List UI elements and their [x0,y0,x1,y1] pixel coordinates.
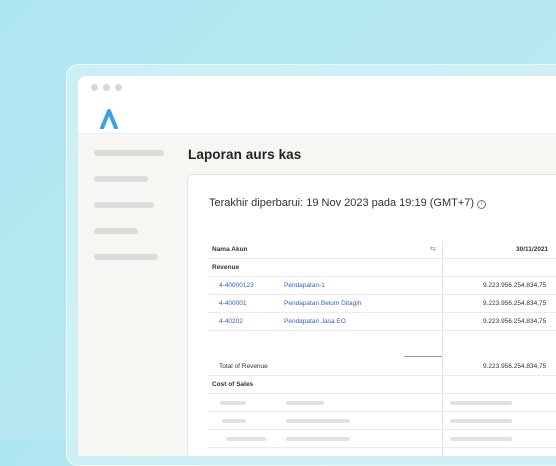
subtotal-underline [404,356,442,357]
report-table: Nama Akun ⇆ 30/11/2021 Revenue 4-4000012… [208,241,556,456]
placeholder-bar [222,419,246,423]
placeholder-bar [220,401,246,405]
page-title: Laporan aurs kas [188,147,302,162]
table-row: 4-400001 Pendapatan Belum Ditagih 9.223.… [208,295,556,313]
sidebar-item-placeholder[interactable] [94,202,154,208]
placeholder-row [208,412,556,430]
main-content: Laporan aurs kas Terakhir diperbarui: 19… [176,134,556,456]
sidebar-item-placeholder[interactable] [94,176,148,182]
row-value: 9.223.956.254.834,75 [483,318,547,325]
account-code-link[interactable]: 4-40202 [219,318,243,325]
section-row-revenue: Revenue [208,259,556,277]
placeholder-bar [286,401,324,405]
section-label: Cost of Sales [212,381,254,388]
minimize-dot[interactable] [103,84,110,91]
row-value: 9.223.956.254.834,75 [483,300,547,307]
placeholder-bar [286,437,350,441]
table-row: 4-40202 Pendapatan Jasa EO 9.223.956.254… [208,313,556,331]
report-card: Terakhir diperbarui: 19 Nov 2023 pada 19… [187,174,556,456]
placeholder-bar [226,437,266,441]
placeholder-bar [450,437,512,441]
app-window: Laporan aurs kas Terakhir diperbarui: 19… [78,76,556,456]
sidebar [78,134,176,456]
placeholder-bar [286,419,350,423]
account-name-link[interactable]: Pendapatan Jasa EO [284,318,346,325]
sidebar-item-placeholder[interactable] [94,150,164,156]
total-value: 9.223.956.254.834,75 [483,363,547,370]
table-row: 4-40000123 Pendapatan-1 9.223.956.254.83… [208,277,556,295]
close-dot[interactable] [91,84,98,91]
row-value: 9.223.956.254.834,75 [483,282,547,289]
placeholder-bar [450,401,512,405]
info-icon[interactable]: i [477,200,487,209]
table-header-row: Nama Akun ⇆ 30/11/2021 [208,241,556,259]
window-controls [91,84,122,91]
placeholder-bar [450,419,512,423]
total-row: Total of Revenue 9.223.956.254.834,75 [208,358,556,376]
total-label: Total of Revenue [219,363,268,370]
section-label: Revenue [212,264,240,271]
account-code-link[interactable]: 4-40000123 [219,282,254,289]
placeholder-row [208,394,556,412]
placeholder-row [208,430,556,448]
last-updated-text: Terakhir diperbarui: 19 Nov 2023 pada 19… [209,197,487,209]
account-name-link[interactable]: Pendapatan-1 [284,282,325,289]
section-row-cost-of-sales: Cost of Sales [208,376,556,394]
account-name-link[interactable]: Pendapatan Belum Ditagih [284,300,361,307]
sidebar-item-placeholder[interactable] [94,228,138,234]
col-header-account: Nama Akun [212,246,248,253]
app-logo-icon[interactable] [99,107,119,129]
account-code-link[interactable]: 4-400001 [219,300,246,307]
maximize-dot[interactable] [115,84,122,91]
sort-icon[interactable]: ⇆ [430,245,436,253]
col-header-date: 30/11/2021 [516,246,549,253]
sidebar-item-placeholder[interactable] [94,254,158,260]
last-updated-label: Terakhir diperbarui: 19 Nov 2023 pada 19… [209,197,475,209]
